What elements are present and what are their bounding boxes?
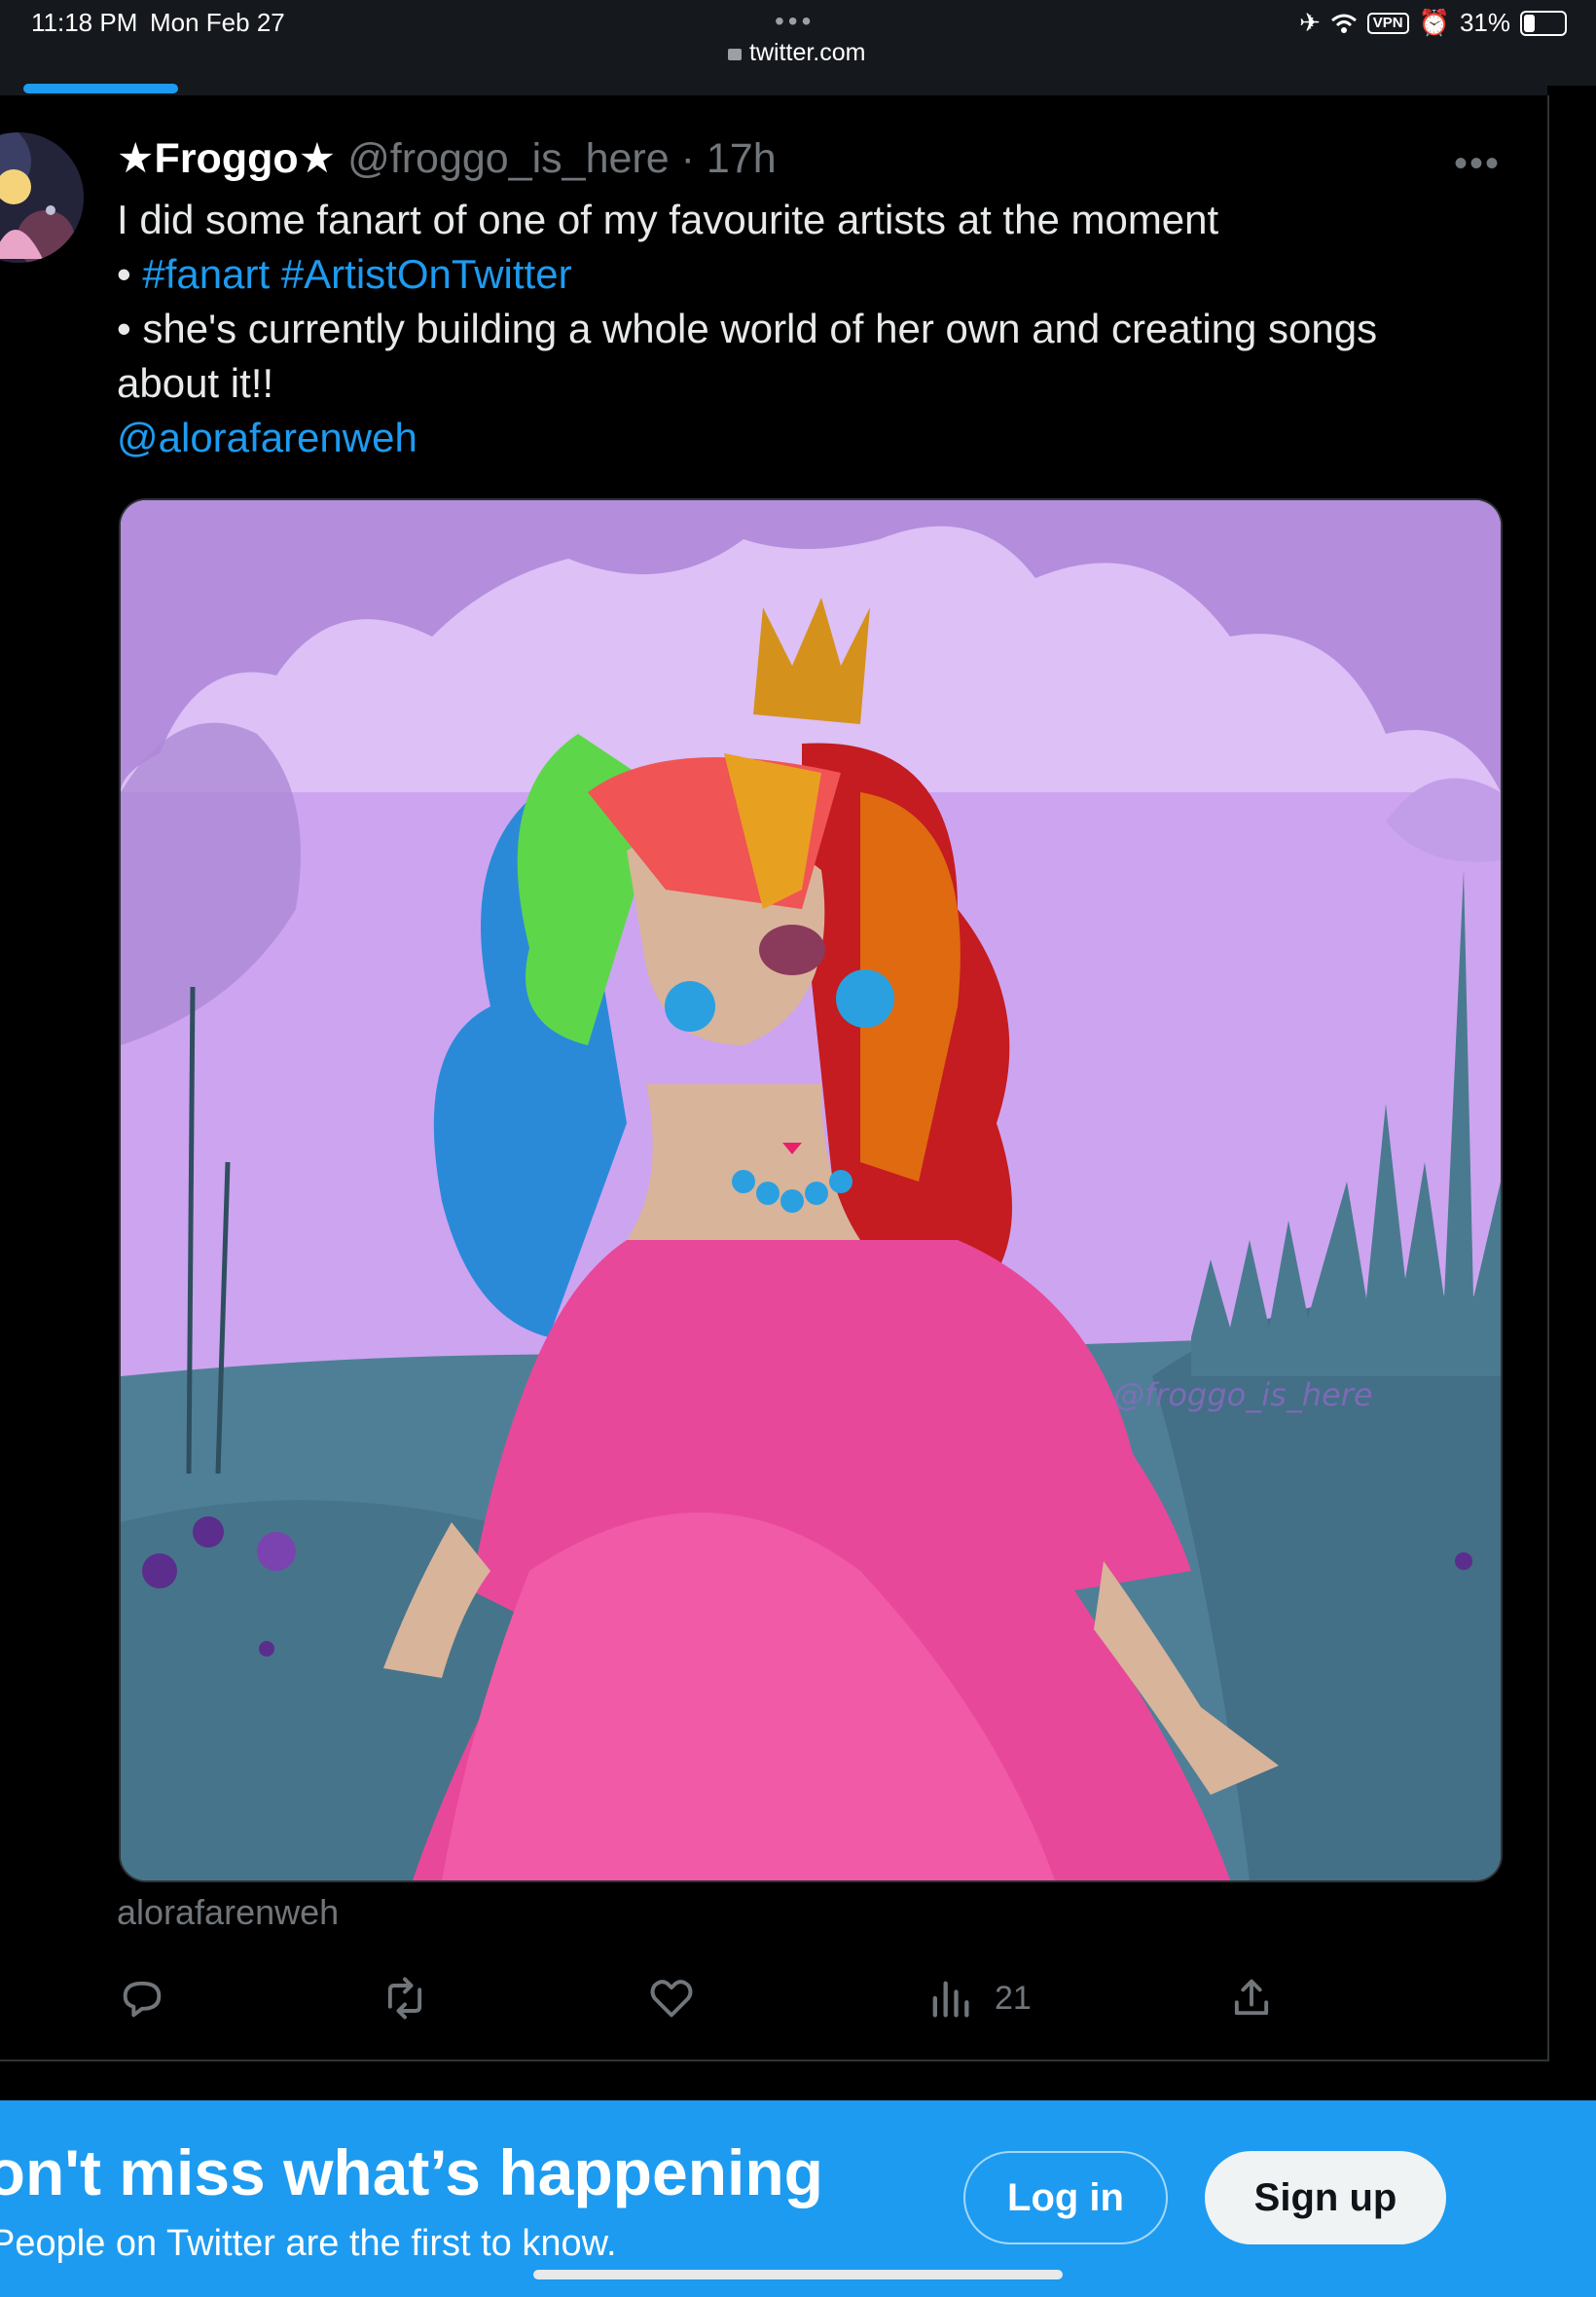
bullet: • [117, 251, 143, 297]
ios-status-bar: 11:18 PM Mon Feb 27 ••• twitter.com ✈ VP… [0, 0, 1596, 86]
tweet[interactable]: ★Froggo★ @froggo_is_here · 17h ••• I did… [0, 95, 1549, 2061]
meta-separator: · [669, 135, 707, 182]
login-button[interactable]: Log in [963, 2151, 1168, 2244]
views-count: 21 [995, 1979, 1032, 2017]
display-name[interactable]: ★Froggo★ [117, 135, 336, 182]
tweet-line-3: • she's currently building a whole world… [117, 306, 1378, 406]
address-url: twitter.com [749, 39, 866, 66]
mention-link[interactable]: @alorafarenweh [117, 411, 1460, 465]
more-options-icon[interactable]: ••• [1454, 142, 1501, 186]
hashtag-fanart[interactable]: #fanart [142, 251, 270, 297]
status-indicators: ✈ VPN ⏰ 31% [1299, 8, 1567, 38]
wifi-icon [1330, 14, 1357, 33]
page-load-progress [23, 84, 178, 93]
home-indicator[interactable] [533, 2270, 1063, 2279]
like-button[interactable] [646, 1964, 697, 2032]
image-watermark: @froggo_is_here [1113, 1376, 1373, 1413]
views-icon [932, 1981, 969, 2018]
like-icon [650, 1980, 693, 2018]
user-handle[interactable]: @froggo_is_here [347, 135, 670, 182]
status-date: Mon Feb 27 [150, 8, 285, 37]
retweet-button[interactable] [380, 1964, 430, 2032]
page-load-track [0, 84, 1547, 95]
tweet-image[interactable]: @froggo_is_here [119, 498, 1503, 1882]
alarm-icon: ⏰ [1418, 8, 1450, 37]
hashtag-artistontwitter[interactable]: #ArtistOnTwitter [281, 251, 572, 297]
vpn-badge: VPN [1366, 12, 1409, 34]
reply-icon [123, 1981, 162, 2018]
avatar[interactable] [0, 132, 84, 263]
signup-button[interactable]: Sign up [1205, 2151, 1446, 2244]
tweet-line-1: I did some fanart of one of my favourite… [117, 197, 1219, 242]
tweet-text: I did some fanart of one of my favourite… [117, 193, 1460, 465]
banner-title: Don't miss what’s happening [0, 2136, 823, 2208]
tweet-header: ★Froggo★ @froggo_is_here · 17h [117, 134, 777, 183]
tweet-divider [0, 2060, 1547, 2061]
airplane-icon: ✈ [1298, 8, 1321, 37]
battery-icon [1520, 10, 1567, 36]
share-icon [1234, 1979, 1269, 2016]
lock-icon [728, 49, 742, 60]
reply-button[interactable] [117, 1964, 167, 2032]
retweet-icon [387, 1977, 422, 2020]
login-banner: Don't miss what’s happening People on Tw… [0, 2100, 1596, 2297]
status-time: 11:18 PM [31, 8, 138, 37]
tweet-time[interactable]: 17h [707, 135, 777, 182]
battery-percent: 31% [1459, 8, 1510, 37]
address-bar[interactable]: twitter.com [728, 39, 865, 67]
multitasking-dots-icon[interactable]: ••• [775, 6, 815, 37]
tweet-actions: 21 [117, 1964, 1401, 2032]
views-button[interactable]: 21 [925, 1964, 1032, 2032]
share-button[interactable] [1226, 1964, 1277, 2032]
banner-subtitle: People on Twitter are the first to know. [0, 2223, 617, 2264]
image-caption[interactable]: alorafarenweh [117, 1892, 339, 1933]
tweet-line-2: • #fanart #ArtistOnTwitter [117, 247, 1460, 302]
